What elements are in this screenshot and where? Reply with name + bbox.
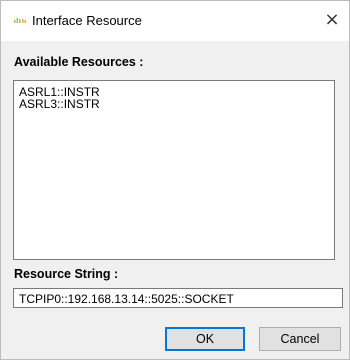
window-title: Interface Resource bbox=[32, 13, 142, 28]
close-button[interactable]: × bbox=[319, 7, 345, 33]
title-bar[interactable]: Interface Resource × bbox=[1, 1, 349, 41]
resource-string-input[interactable]: TCPIP0::192.168.13.14::5025::SOCKET bbox=[13, 288, 343, 308]
resource-string-label: Resource String : bbox=[14, 267, 119, 281]
available-resources-label: Available Resources : bbox=[14, 55, 144, 69]
cancel-button[interactable]: Cancel bbox=[259, 327, 341, 351]
interface-resource-dialog: Interface Resource × Available Resources… bbox=[0, 0, 350, 360]
app-icon bbox=[14, 18, 26, 23]
list-item[interactable]: ASRL3::INSTR bbox=[19, 97, 100, 111]
ok-button[interactable]: OK bbox=[165, 327, 245, 351]
available-resources-list[interactable]: ASRL1::INSTR ASRL3::INSTR bbox=[13, 80, 335, 260]
